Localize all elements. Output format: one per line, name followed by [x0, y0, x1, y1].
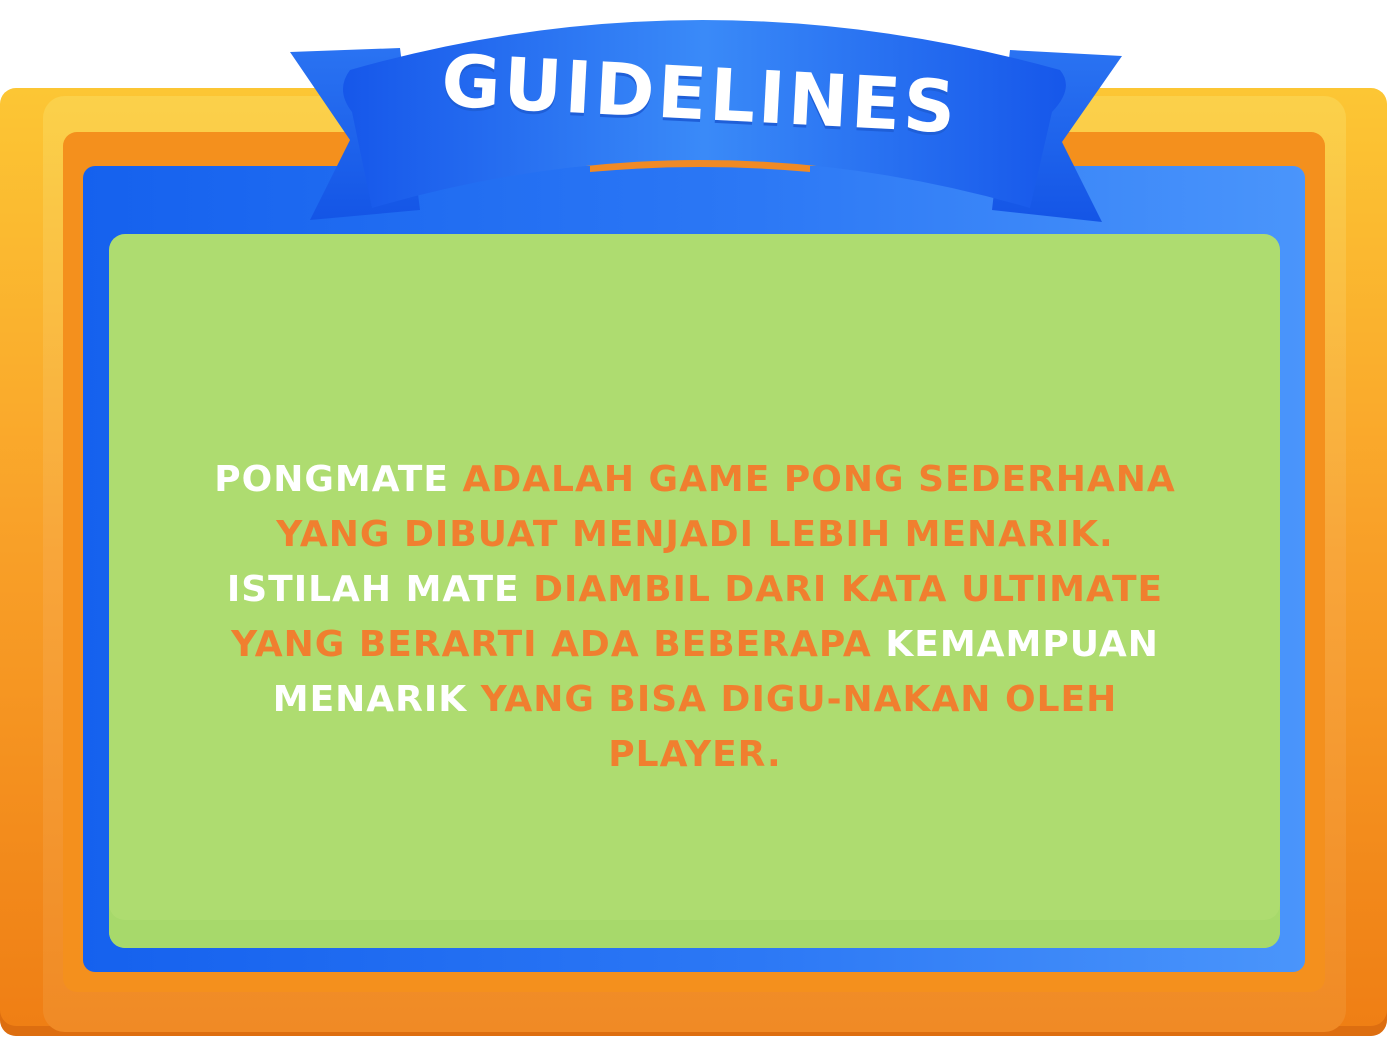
- guidelines-description: Pongmate adalah game pong sederhana yang…: [190, 452, 1200, 782]
- guidelines-screen: Pongmate adalah game pong sederhana yang…: [0, 0, 1387, 1045]
- description-segment: Istilah mate: [226, 569, 520, 610]
- description-segment: yang bisa digu-nakan oleh player.: [467, 679, 1118, 775]
- description-segment: Pongmate: [214, 459, 449, 500]
